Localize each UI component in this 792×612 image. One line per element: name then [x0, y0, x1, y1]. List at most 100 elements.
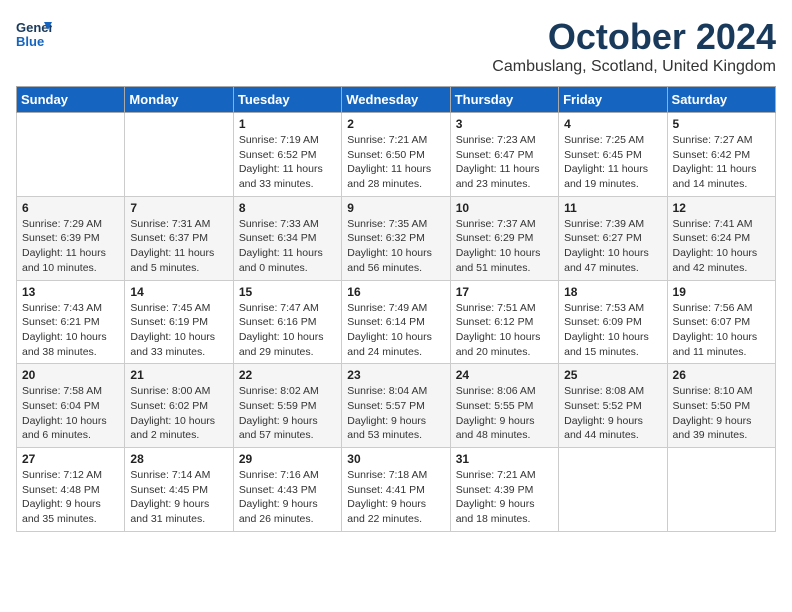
- day-info: Sunrise: 7:39 AM Sunset: 6:27 PM Dayligh…: [564, 217, 661, 276]
- day-number: 18: [564, 285, 661, 299]
- table-row: 17 Sunrise: 7:51 AM Sunset: 6:12 PM Dayli…: [450, 280, 558, 364]
- header-sunday: Sunday: [17, 87, 125, 113]
- day-info: Sunrise: 8:02 AM Sunset: 5:59 PM Dayligh…: [239, 384, 336, 443]
- day-info: Sunrise: 7:41 AM Sunset: 6:24 PM Dayligh…: [673, 217, 770, 276]
- table-row: 28 Sunrise: 7:14 AM Sunset: 4:45 PM Dayli…: [125, 448, 233, 532]
- day-number: 31: [456, 452, 553, 466]
- day-number: 9: [347, 201, 444, 215]
- table-row: 9Sunrise: 7:35 AM Sunset: 6:32 PM Daylig…: [342, 196, 450, 280]
- table-row: 6Sunrise: 7:29 AM Sunset: 6:39 PM Daylig…: [17, 196, 125, 280]
- calendar-week-row: 13Sunrise: 7:43 AM Sunset: 6:21 PM Dayli…: [17, 280, 776, 364]
- table-row: 31 Sunrise: 7:21 AM Sunset: 4:39 PM Dayli…: [450, 448, 558, 532]
- title-block: October 2024 Cambuslang, Scotland, Unite…: [492, 16, 776, 76]
- day-info: Sunrise: 8:10 AM Sunset: 5:50 PM Dayligh…: [673, 384, 770, 443]
- day-number: 11: [564, 201, 661, 215]
- day-info: Sunrise: 8:00 AM Sunset: 6:02 PM Dayligh…: [130, 384, 227, 443]
- table-row: 15Sunrise: 7:47 AM Sunset: 6:16 PM Dayli…: [233, 280, 341, 364]
- month-title: October 2024: [492, 16, 776, 58]
- svg-text:Blue: Blue: [16, 34, 44, 49]
- day-info: Sunrise: 7:14 AM Sunset: 4:45 PM Dayligh…: [130, 468, 227, 527]
- day-info: Sunrise: 7:51 AM Sunset: 6:12 PM Dayligh…: [456, 301, 553, 360]
- day-number: 3: [456, 117, 553, 131]
- table-row: 4 Sunrise: 7:25 AM Sunset: 6:45 PM Daylig…: [559, 113, 667, 197]
- day-info: Sunrise: 7:23 AM Sunset: 6:47 PM Dayligh…: [456, 133, 553, 192]
- page-header: General Blue October 2024 Cambuslang, Sc…: [16, 16, 776, 76]
- day-info: Sunrise: 7:45 AM Sunset: 6:19 PM Dayligh…: [130, 301, 227, 360]
- day-info: Sunrise: 7:27 AM Sunset: 6:42 PM Dayligh…: [673, 133, 770, 192]
- day-info: Sunrise: 7:47 AM Sunset: 6:16 PM Dayligh…: [239, 301, 336, 360]
- table-row: 25Sunrise: 8:08 AM Sunset: 5:52 PM Dayli…: [559, 364, 667, 448]
- table-row: 23Sunrise: 8:04 AM Sunset: 5:57 PM Dayli…: [342, 364, 450, 448]
- day-info: Sunrise: 7:53 AM Sunset: 6:09 PM Dayligh…: [564, 301, 661, 360]
- table-row: 12 Sunrise: 7:41 AM Sunset: 6:24 PM Dayli…: [667, 196, 775, 280]
- day-number: 17: [456, 285, 553, 299]
- calendar-week-row: 6Sunrise: 7:29 AM Sunset: 6:39 PM Daylig…: [17, 196, 776, 280]
- day-number: 16: [347, 285, 444, 299]
- day-number: 5: [673, 117, 770, 131]
- day-info: Sunrise: 7:37 AM Sunset: 6:29 PM Dayligh…: [456, 217, 553, 276]
- day-info: Sunrise: 7:18 AM Sunset: 4:41 PM Dayligh…: [347, 468, 444, 527]
- calendar-table: Sunday Monday Tuesday Wednesday Thursday…: [16, 86, 776, 532]
- header-monday: Monday: [125, 87, 233, 113]
- table-row: 16 Sunrise: 7:49 AM Sunset: 6:14 PM Dayli…: [342, 280, 450, 364]
- day-info: Sunrise: 7:21 AM Sunset: 6:50 PM Dayligh…: [347, 133, 444, 192]
- table-row: 20 Sunrise: 7:58 AM Sunset: 6:04 PM Dayli…: [17, 364, 125, 448]
- day-number: 28: [130, 452, 227, 466]
- day-number: 24: [456, 368, 553, 382]
- logo-icon: General Blue: [16, 16, 52, 52]
- day-info: Sunrise: 7:58 AM Sunset: 6:04 PM Dayligh…: [22, 384, 119, 443]
- table-row: 8 Sunrise: 7:33 AM Sunset: 6:34 PM Daylig…: [233, 196, 341, 280]
- day-number: 26: [673, 368, 770, 382]
- table-row: 29 Sunrise: 7:16 AM Sunset: 4:43 PM Dayli…: [233, 448, 341, 532]
- table-row: [559, 448, 667, 532]
- table-row: 21 Sunrise: 8:00 AM Sunset: 6:02 PM Dayli…: [125, 364, 233, 448]
- day-info: Sunrise: 7:33 AM Sunset: 6:34 PM Dayligh…: [239, 217, 336, 276]
- table-row: 24 Sunrise: 8:06 AM Sunset: 5:55 PM Dayli…: [450, 364, 558, 448]
- table-row: 22 Sunrise: 8:02 AM Sunset: 5:59 PM Dayli…: [233, 364, 341, 448]
- table-row: 10Sunrise: 7:37 AM Sunset: 6:29 PM Dayli…: [450, 196, 558, 280]
- day-info: Sunrise: 7:56 AM Sunset: 6:07 PM Dayligh…: [673, 301, 770, 360]
- table-row: 3 Sunrise: 7:23 AM Sunset: 6:47 PM Daylig…: [450, 113, 558, 197]
- day-number: 27: [22, 452, 119, 466]
- day-number: 19: [673, 285, 770, 299]
- day-number: 1: [239, 117, 336, 131]
- day-info: Sunrise: 8:06 AM Sunset: 5:55 PM Dayligh…: [456, 384, 553, 443]
- day-number: 29: [239, 452, 336, 466]
- day-number: 4: [564, 117, 661, 131]
- day-info: Sunrise: 7:21 AM Sunset: 4:39 PM Dayligh…: [456, 468, 553, 527]
- table-row: 19 Sunrise: 7:56 AM Sunset: 6:07 PM Dayli…: [667, 280, 775, 364]
- day-info: Sunrise: 7:12 AM Sunset: 4:48 PM Dayligh…: [22, 468, 119, 527]
- header-thursday: Thursday: [450, 87, 558, 113]
- day-number: 30: [347, 452, 444, 466]
- day-number: 20: [22, 368, 119, 382]
- day-number: 21: [130, 368, 227, 382]
- header-saturday: Saturday: [667, 87, 775, 113]
- header-tuesday: Tuesday: [233, 87, 341, 113]
- day-number: 7: [130, 201, 227, 215]
- table-row: 18 Sunrise: 7:53 AM Sunset: 6:09 PM Dayli…: [559, 280, 667, 364]
- header-friday: Friday: [559, 87, 667, 113]
- table-row: 14 Sunrise: 7:45 AM Sunset: 6:19 PM Dayli…: [125, 280, 233, 364]
- table-row: 1 Sunrise: 7:19 AM Sunset: 6:52 PM Daylig…: [233, 113, 341, 197]
- table-row: [17, 113, 125, 197]
- day-info: Sunrise: 8:04 AM Sunset: 5:57 PM Dayligh…: [347, 384, 444, 443]
- day-info: Sunrise: 7:25 AM Sunset: 6:45 PM Dayligh…: [564, 133, 661, 192]
- day-info: Sunrise: 7:43 AM Sunset: 6:21 PM Dayligh…: [22, 301, 119, 360]
- table-row: 26 Sunrise: 8:10 AM Sunset: 5:50 PM Dayli…: [667, 364, 775, 448]
- day-info: Sunrise: 7:29 AM Sunset: 6:39 PM Dayligh…: [22, 217, 119, 276]
- day-number: 8: [239, 201, 336, 215]
- table-row: 5 Sunrise: 7:27 AM Sunset: 6:42 PM Daylig…: [667, 113, 775, 197]
- table-row: 11 Sunrise: 7:39 AM Sunset: 6:27 PM Dayli…: [559, 196, 667, 280]
- day-info: Sunrise: 8:08 AM Sunset: 5:52 PM Dayligh…: [564, 384, 661, 443]
- day-number: 2: [347, 117, 444, 131]
- table-row: [125, 113, 233, 197]
- table-row: 7Sunrise: 7:31 AM Sunset: 6:37 PM Daylig…: [125, 196, 233, 280]
- table-row: 13Sunrise: 7:43 AM Sunset: 6:21 PM Dayli…: [17, 280, 125, 364]
- day-info: Sunrise: 7:19 AM Sunset: 6:52 PM Dayligh…: [239, 133, 336, 192]
- day-number: 14: [130, 285, 227, 299]
- day-info: Sunrise: 7:16 AM Sunset: 4:43 PM Dayligh…: [239, 468, 336, 527]
- day-number: 12: [673, 201, 770, 215]
- day-info: Sunrise: 7:49 AM Sunset: 6:14 PM Dayligh…: [347, 301, 444, 360]
- calendar-week-row: 27 Sunrise: 7:12 AM Sunset: 4:48 PM Dayli…: [17, 448, 776, 532]
- day-number: 22: [239, 368, 336, 382]
